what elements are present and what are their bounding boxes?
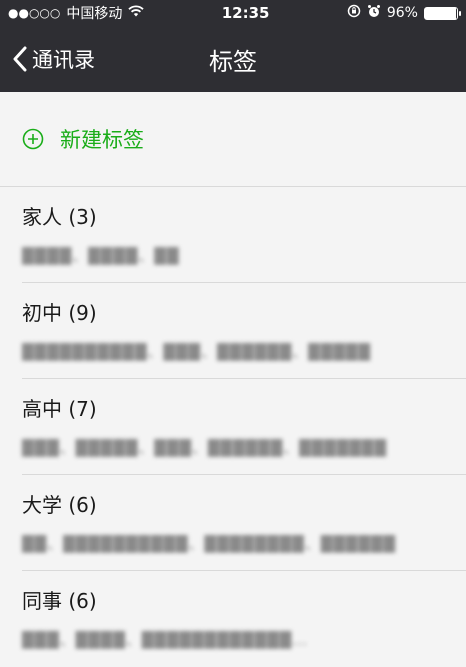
battery-percent: 96% — [386, 5, 418, 21]
tag-members: ████、████、██ — [22, 247, 180, 265]
chevron-left-icon — [13, 46, 27, 72]
tag-members: ███、████、████████████… — [22, 631, 309, 649]
carrier-name: 中国移动 — [66, 6, 123, 22]
orientation-lock-icon — [347, 4, 361, 22]
status-bar: ●●○○○ 中国移动 12:35 96% — [0, 0, 466, 26]
tag-group-middle-school[interactable]: 初中 (9) ██████████、███、██████、█████ — [22, 283, 466, 379]
new-tag-button[interactable]: 新建标签 — [0, 92, 466, 187]
battery-level — [424, 7, 456, 19]
alarm-icon — [367, 4, 381, 22]
tag-members: ██、██████████、████████、██████ — [22, 535, 396, 553]
battery-icon — [423, 6, 461, 20]
tag-title: 初中 (9) — [22, 301, 97, 325]
tag-group-high-school[interactable]: 高中 (7) ███、█████、███、██████、███████ — [22, 379, 466, 475]
signal-strength-icon: ●●○○○ — [8, 6, 61, 20]
tag-title: 同事 (6) — [22, 589, 97, 613]
tag-members: ██████████、███、██████、█████ — [22, 343, 371, 361]
tag-group-colleagues[interactable]: 同事 (6) ███、████、████████████… — [22, 571, 466, 667]
plus-circle-icon — [22, 128, 44, 150]
navigation-bar: 通讯录 标签 — [0, 26, 466, 92]
tag-title: 大学 (6) — [22, 493, 97, 517]
tag-group-university[interactable]: 大学 (6) ██、██████████、████████、██████ — [22, 475, 466, 571]
tag-group-family[interactable]: 家人 (3) ████、████、██ — [22, 187, 466, 283]
status-time: 12:35 — [221, 4, 270, 22]
back-button[interactable]: 通讯录 — [0, 44, 95, 74]
tag-title: 高中 (7) — [22, 397, 97, 421]
tag-list: 家人 (3) ████、████、██ 初中 (9) ██████████、██… — [0, 187, 466, 667]
status-left: ●●○○○ 中国移动 — [8, 3, 144, 23]
back-label: 通讯录 — [32, 48, 95, 72]
tag-title: 家人 (3) — [22, 205, 97, 229]
tag-members: ███、█████、███、██████、███████ — [22, 439, 387, 457]
status-right: 96% — [347, 4, 461, 22]
new-tag-label: 新建标签 — [60, 128, 144, 152]
wifi-icon — [128, 5, 144, 21]
